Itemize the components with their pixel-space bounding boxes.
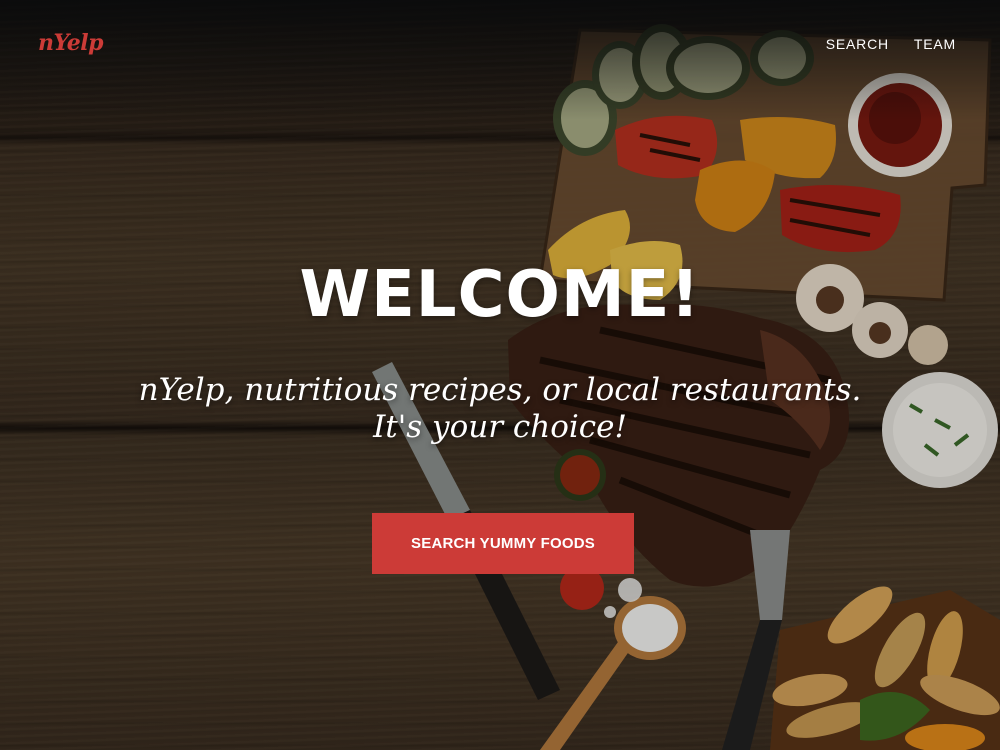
search-yummy-foods-button[interactable]: SEARCH YUMMY FOODS	[372, 513, 634, 574]
hero-subtitle-line2: It's your choice!	[373, 409, 627, 445]
hero-subtitle: nYelp, nutritious recipes, or local rest…	[0, 372, 1000, 446]
hero-subtitle-line1: nYelp, nutritious recipes, or local rest…	[138, 372, 862, 408]
hero-section: nYelp SEARCH TEAM WELCOME! nYelp, nutrit…	[0, 0, 1000, 750]
brand-logo[interactable]: nYelp	[38, 30, 104, 56]
hero-title: WELCOME!	[299, 258, 701, 332]
nav-team-link[interactable]: TEAM	[914, 36, 956, 52]
nav-search-link[interactable]: SEARCH	[826, 36, 889, 52]
top-nav: SEARCH TEAM	[826, 36, 956, 52]
